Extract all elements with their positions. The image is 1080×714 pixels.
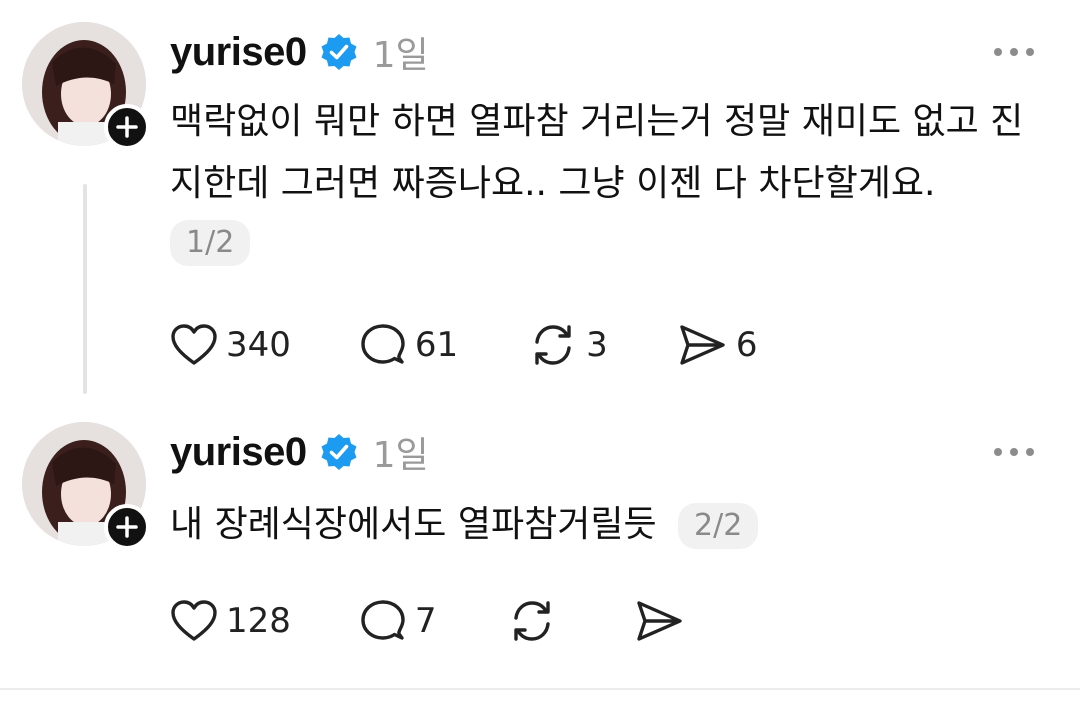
repost-count: 3: [586, 325, 608, 365]
avatar-container[interactable]: [22, 22, 150, 150]
post-header: yurise0 1일: [170, 24, 429, 80]
follow-plus-button[interactable]: [104, 504, 150, 550]
thread-post-1: yurise0 1일 맥락없이 뭐만 하면 열파참 거리는거 정말 재미도 없고…: [0, 0, 1080, 400]
comment-icon: [361, 324, 405, 364]
page-indicator: 2/2: [678, 503, 759, 549]
heart-icon: [171, 600, 217, 641]
repost-icon: [513, 601, 550, 641]
post-body: 맥락없이 뭐만 하면 열파참 거리는거 정말 재미도 없고 진지한데 그러면 짜…: [170, 101, 1024, 204]
post-header: yurise0 1일: [170, 424, 429, 480]
comment-icon: [361, 600, 405, 640]
share-button[interactable]: 6: [676, 322, 758, 368]
action-bar: 128 7: [170, 596, 693, 646]
follow-plus-button[interactable]: [104, 104, 150, 150]
more-options-button[interactable]: [994, 48, 1034, 56]
reply-button[interactable]: 7: [359, 597, 437, 645]
post-body: 내 장례식장에서도 열파참거릴듯: [170, 504, 657, 545]
action-bar: 340 61 3 6: [170, 320, 757, 370]
like-count: 340: [226, 325, 291, 365]
more-options-button[interactable]: [994, 448, 1034, 456]
like-button[interactable]: 128: [170, 599, 291, 643]
page-indicator-wrap: 1/2: [170, 220, 251, 266]
heart-icon: [171, 324, 217, 365]
share-count: 6: [735, 325, 758, 365]
page-indicator: 1/2: [170, 220, 251, 266]
avatar-container[interactable]: [22, 422, 150, 550]
verified-badge-icon: [321, 434, 357, 470]
reply-button[interactable]: 61: [359, 321, 458, 369]
more-horizontal-icon: [994, 448, 1002, 456]
plus-icon: [116, 516, 138, 538]
thread-connector-line: [83, 184, 87, 394]
repost-button[interactable]: 3: [528, 320, 608, 370]
send-icon: [680, 325, 725, 365]
verified-badge-icon: [321, 34, 357, 70]
post-time: 1일: [372, 435, 429, 476]
post-time: 1일: [372, 35, 429, 76]
send-icon: [636, 601, 682, 641]
like-count: 128: [226, 601, 291, 641]
post-text: 맥락없이 뭐만 하면 열파참 거리는거 정말 재미도 없고 진지한데 그러면 짜…: [170, 91, 1050, 215]
reply-count: 7: [414, 601, 437, 641]
repost-button[interactable]: [507, 596, 565, 646]
username[interactable]: yurise0: [170, 430, 307, 475]
repost-icon: [535, 325, 571, 365]
like-button[interactable]: 340: [170, 323, 291, 367]
username[interactable]: yurise0: [170, 30, 307, 75]
plus-icon: [116, 116, 138, 138]
more-horizontal-icon: [994, 48, 1002, 56]
bottom-divider: [0, 688, 1080, 690]
thread-post-2: yurise0 1일 내 장례식장에서도 열파참거릴듯 2/2 128 7: [0, 400, 1080, 690]
share-button[interactable]: [633, 598, 693, 644]
post-text: 내 장례식장에서도 열파참거릴듯 2/2: [170, 494, 1050, 556]
reply-count: 61: [414, 325, 459, 365]
